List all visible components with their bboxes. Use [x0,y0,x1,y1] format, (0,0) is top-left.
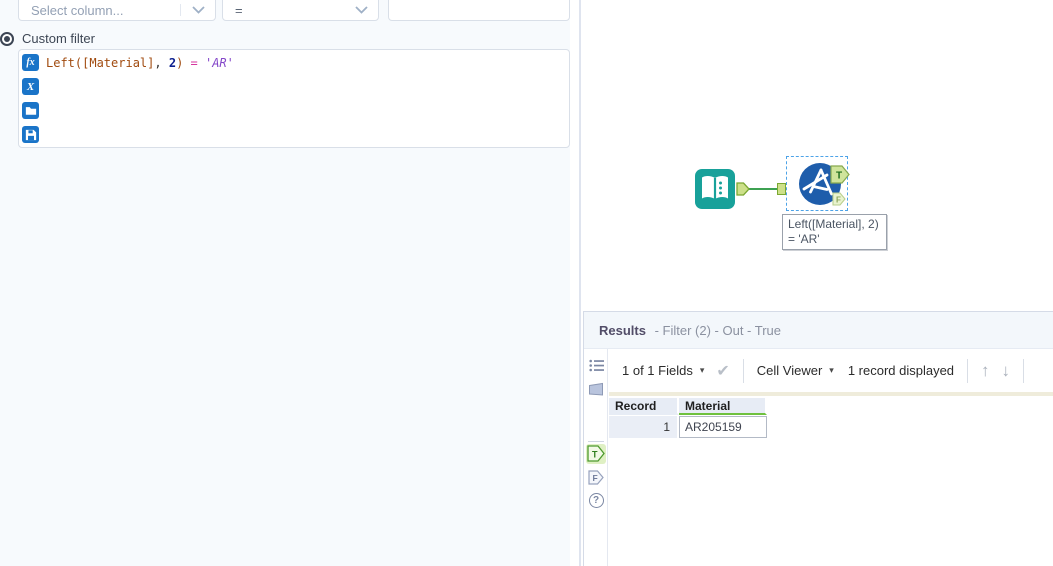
help-button[interactable]: ? [584,493,608,508]
dropdown-divider [180,4,181,16]
data-profile-button[interactable] [584,382,608,397]
open-expression-button[interactable] [22,102,39,119]
caret-down-icon[interactable]: ▾ [829,365,834,376]
save-expression-button[interactable] [22,126,39,143]
formula-expression[interactable]: Left([Material], 2) = 'AR' [46,56,234,70]
caret-down-icon[interactable]: ▾ [700,365,705,376]
radio-dot [4,36,10,42]
filter-value-input[interactable] [388,0,570,21]
results-subtitle: - Filter (2) - Out - True [654,323,781,338]
table-top-strip [609,392,1053,396]
annotation-line-1: Left([Material], 2) [788,217,879,231]
operator-value: = [235,3,243,18]
formula-token-operator: = [183,56,205,70]
cell-viewer-dropdown[interactable]: Cell Viewer [757,363,823,378]
previous-record-button[interactable]: ↑ [981,361,990,381]
open-folder-icon [25,107,36,115]
fields-dropdown[interactable]: 1 of 1 Fields [622,363,693,378]
input-tool-output-anchor[interactable] [736,181,750,197]
false-tab-label: F [593,473,598,483]
anchor-true-label: T [836,171,842,182]
record-count-label: 1 record displayed [847,363,955,378]
input-data-tool[interactable] [694,168,736,210]
results-panel: Results - Filter (2) - Out - True T F ? … [583,311,1053,566]
list-view-icon [588,359,604,372]
false-tab-icon: F [588,470,604,485]
toolbar-separator [1023,358,1025,383]
column-header-record[interactable]: Record [609,398,679,415]
results-title: Results [599,323,646,338]
profile-banner-icon [589,382,603,396]
material-value-cell[interactable]: AR205159 [679,416,767,438]
formula-token-function: Left( [46,56,83,70]
fx-icon: fx [26,57,35,68]
formula-token-comma: , [154,56,169,70]
functions-button[interactable]: fx [22,54,39,71]
formula-token-field: [Material] [82,56,155,70]
strip-divider [588,441,604,442]
operator-dropdown[interactable]: = [222,0,379,21]
select-column-placeholder: Select column... [31,3,124,18]
apply-check-icon[interactable]: ✔ [716,361,729,381]
table-header-row: Record Material [609,398,767,415]
toolbar-separator [742,358,744,383]
help-icon: ? [588,493,604,508]
column-header-material[interactable]: Material [679,398,767,415]
formula-token-number: 2 [168,56,177,70]
formula-token-string: 'AR' [204,56,234,70]
anchor-false-label: F [836,196,841,205]
true-output-tab[interactable]: T [584,445,608,462]
record-number-cell[interactable]: 1 [609,416,679,438]
filter-false-output-anchor[interactable]: F [832,192,846,206]
formula-editor[interactable]: fx X Left([Material], 2) = 'AR' [18,49,570,148]
results-table: Record Material 1 AR205159 [609,398,767,438]
true-tab-icon: T [587,445,605,462]
filter-configuration-panel: Select column... = Custom filter fx X Le… [0,0,570,566]
table-row: 1 AR205159 [609,415,767,438]
chevron-down-icon[interactable] [355,6,368,14]
toolbar-separator [967,358,969,383]
alteryx-designer-window: Select column... = Custom filter fx X Le… [0,0,1053,566]
filter-tool-input-anchor[interactable] [777,183,786,195]
variables-button[interactable]: X [22,78,39,95]
next-record-button[interactable]: ↓ [1002,361,1011,381]
variables-icon: X [26,80,35,93]
results-header: Results - Filter (2) - Out - True [584,312,1053,349]
custom-filter-label: Custom filter [22,31,95,46]
chevron-down-icon[interactable] [192,6,205,14]
select-column-dropdown[interactable]: Select column... [18,0,216,21]
custom-filter-radio[interactable] [0,32,14,46]
metadata-view-button[interactable] [584,359,608,372]
results-toolbar: 1 of 1 Fields ▾ ✔ Cell Viewer ▾ 1 record… [609,349,1053,392]
tool-annotation[interactable]: Left([Material], 2) = 'AR' [782,214,887,250]
results-side-strip: T F ? [584,349,608,566]
save-floppy-icon [25,129,36,140]
annotation-line-2: = 'AR' [788,232,820,246]
true-tab-label: T [592,450,598,460]
false-output-tab[interactable]: F [584,470,608,485]
filter-true-output-anchor[interactable]: T [830,165,850,184]
